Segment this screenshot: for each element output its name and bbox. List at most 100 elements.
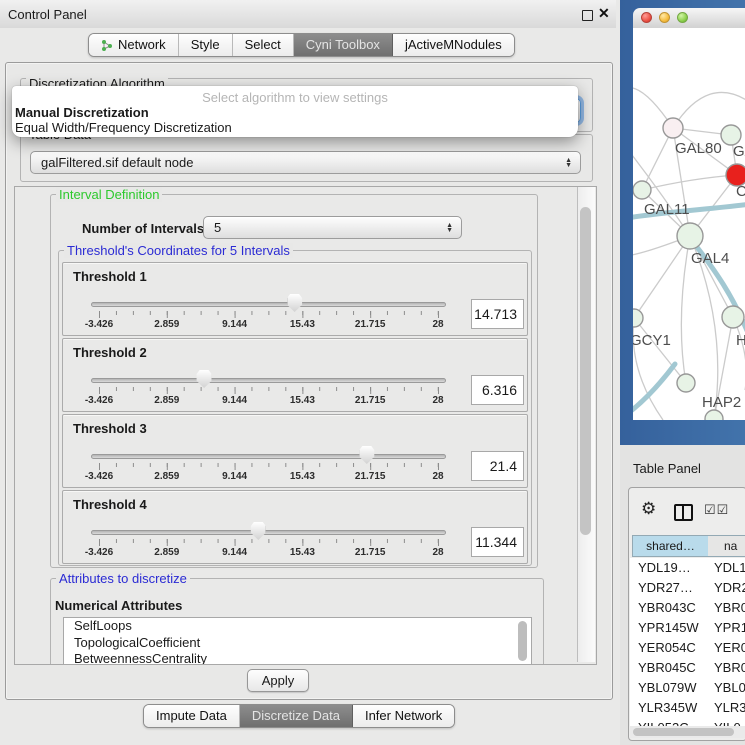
select-columns-checkboxes-icon[interactable]: ☑☑ — [704, 502, 729, 518]
float-window-icon[interactable] — [582, 10, 593, 21]
network-canvas[interactable]: GAL80 GA C GAL11 GAL4 GCY1 H HAP2 — [633, 28, 745, 420]
table-row[interactable]: YPR145WYPR1 — [630, 618, 745, 638]
network-icon — [101, 39, 113, 52]
threshold-3-slider-track[interactable] — [91, 454, 446, 459]
table-hscrollbar-thumb[interactable] — [633, 728, 734, 736]
tab-cyni-toolbox[interactable]: Cyni Toolbox — [294, 34, 393, 56]
slider-ticks — [99, 311, 439, 318]
slider-scale-label: 2.859 — [154, 395, 179, 406]
table-row[interactable]: YLR345WYLR3 — [630, 698, 745, 718]
table-row[interactable]: YBR045CYBR0 — [630, 658, 745, 678]
cell-name[interactable]: YPR1 — [710, 618, 745, 638]
cell-shared-name[interactable]: YIL052C — [630, 718, 710, 726]
panel-title: Control Panel — [8, 7, 87, 22]
cell-name[interactable]: YLR3 — [710, 698, 745, 718]
cell-name[interactable]: YBR0 — [710, 598, 745, 618]
screen: Control Panel ✕ Network Style Select Cyn… — [0, 0, 745, 745]
numerical-attributes-label: Numerical Attributes — [55, 598, 182, 613]
table-row[interactable]: YDR27…YDR2 — [630, 578, 745, 598]
slider-scale-label: 9.144 — [222, 471, 247, 482]
threshold-2-value-field[interactable]: 6.316 — [471, 375, 524, 405]
dropdown-option-equal-width-frequency[interactable]: Equal Width/Frequency Discretization — [15, 120, 232, 135]
column-header-name[interactable]: na — [708, 535, 745, 557]
slider-scale-label: 21.715 — [355, 395, 386, 406]
close-icon[interactable]: ✕ — [598, 5, 610, 22]
tab-infer-network[interactable]: Infer Network — [353, 705, 454, 727]
attribute-list-item[interactable]: SelfLoops — [64, 618, 531, 635]
cell-shared-name[interactable]: YBR043C — [630, 598, 710, 618]
attribute-list-item[interactable]: TopologicalCoefficient — [64, 635, 531, 652]
tab-impute-data[interactable]: Impute Data — [144, 705, 240, 727]
cell-shared-name[interactable]: YPR145W — [630, 618, 710, 638]
network-node-gal4[interactable] — [677, 223, 703, 249]
threshold-3-value-field[interactable]: 21.4 — [471, 451, 524, 481]
network-window-titlebar[interactable] — [633, 8, 745, 29]
cell-name[interactable]: YIL0 — [710, 718, 745, 726]
table-row[interactable]: YIL052CYIL0 — [630, 718, 745, 726]
network-node-gal11[interactable] — [633, 181, 651, 199]
network-node[interactable] — [722, 306, 744, 328]
tab-style-label: Style — [191, 34, 220, 56]
column-header-shared-name[interactable]: shared… — [632, 535, 709, 557]
cell-shared-name[interactable]: YLR345W — [630, 698, 710, 718]
tab-discretize-data[interactable]: Discretize Data — [240, 705, 353, 727]
threshold-3-slider-thumb[interactable] — [359, 446, 374, 464]
threshold-1-value-field[interactable]: 14.713 — [471, 299, 524, 329]
gear-icon[interactable]: ⚙ — [641, 499, 656, 519]
table-data-combobox[interactable]: galFiltered.sif default node ▲▼ — [30, 151, 581, 174]
threshold-1-slider-track[interactable] — [91, 302, 446, 307]
slider-scale-label: 28 — [432, 319, 443, 330]
threshold-2-slider-thumb[interactable] — [197, 370, 212, 388]
node-label-gal4: GAL4 — [691, 250, 729, 267]
slider-scale-label: 28 — [432, 547, 443, 558]
network-node-hap2[interactable] — [677, 374, 695, 392]
cell-shared-name[interactable]: YBR045C — [630, 658, 710, 678]
slider-ticks — [99, 387, 439, 394]
zoom-traffic-light-icon[interactable] — [677, 12, 688, 23]
threshold-4-slider-thumb[interactable] — [251, 522, 266, 540]
slider-scale-label: 9.144 — [222, 547, 247, 558]
dropdown-hint-item[interactable]: Select algorithm to view settings — [12, 90, 578, 105]
threshold-1-label: Threshold 1 — [73, 269, 147, 284]
cell-name[interactable]: YER0 — [710, 638, 745, 658]
network-node[interactable] — [721, 125, 741, 145]
table-row[interactable]: YBL079WYBL0 — [630, 678, 745, 698]
tab-style[interactable]: Style — [179, 34, 233, 56]
table-row[interactable]: YER054CYER0 — [630, 638, 745, 658]
tab-jactivemnodules[interactable]: jActiveMNodules — [393, 34, 514, 56]
tab-network[interactable]: Network — [89, 34, 179, 56]
panel-scrollbar-thumb[interactable] — [580, 207, 591, 535]
cell-name[interactable]: YDR2 — [710, 578, 745, 598]
cell-shared-name[interactable]: YDR27… — [630, 578, 710, 598]
apply-button[interactable]: Apply — [247, 669, 309, 692]
number-of-intervals-combobox[interactable]: 5 ▲▼ — [203, 216, 462, 239]
threshold-4-slider-track[interactable] — [91, 530, 446, 535]
threshold-2-slider-track[interactable] — [91, 378, 446, 383]
cell-shared-name[interactable]: YER054C — [630, 638, 710, 658]
cell-shared-name[interactable]: YBL079W — [630, 678, 710, 698]
cell-shared-name[interactable]: YDL19… — [630, 558, 710, 578]
attribute-list-item[interactable]: BetweennessCentrality — [64, 651, 531, 665]
cell-name[interactable]: YBR0 — [710, 658, 745, 678]
cell-name[interactable]: YDL1 — [710, 558, 745, 578]
tab-select[interactable]: Select — [233, 34, 294, 56]
list-scrollbar[interactable] — [518, 621, 527, 661]
cell-name[interactable]: YBL0 — [710, 678, 745, 698]
close-traffic-light-icon[interactable] — [641, 12, 652, 23]
slider-ticks — [99, 463, 439, 470]
network-node-gal80[interactable] — [663, 118, 683, 138]
table-row[interactable]: YDL19…YDL1 — [630, 558, 745, 578]
tab-jactivemnodules-label: jActiveMNodules — [405, 34, 502, 56]
columns-icon[interactable] — [674, 504, 693, 521]
network-node-gcy1[interactable] — [633, 309, 643, 327]
network-node[interactable] — [705, 410, 723, 420]
threshold-4-value-field[interactable]: 11.344 — [471, 527, 524, 557]
node-label-gal80: GAL80 — [675, 140, 722, 157]
threshold-1-slider-thumb[interactable] — [287, 294, 302, 312]
combo-arrows-icon: ▲▼ — [446, 223, 453, 233]
minimize-traffic-light-icon[interactable] — [659, 12, 670, 23]
table-row[interactable]: YBR043CYBR0 — [630, 598, 745, 618]
dropdown-option-manual-discretization[interactable]: Manual Discretization — [15, 105, 149, 120]
slider-scale-label: 15.43 — [290, 471, 315, 482]
slider-scale: -3.4262.8599.14415.4321.71528 — [99, 319, 438, 331]
